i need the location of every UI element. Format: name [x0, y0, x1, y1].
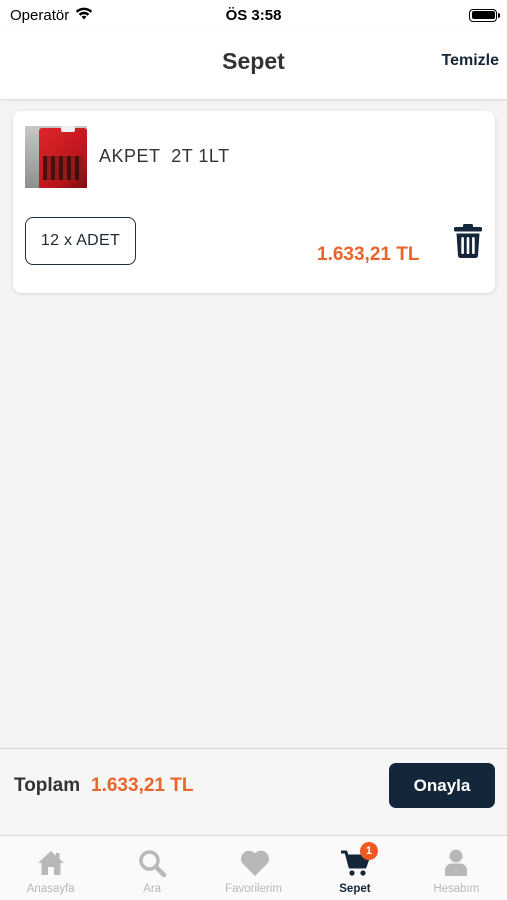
confirm-button[interactable]: Onayla — [389, 763, 495, 808]
total-label: Toplam — [14, 775, 81, 796]
tab-label: Favorilerim — [225, 883, 282, 895]
status-bar: Operatör ÖS 3:58 — [0, 0, 507, 30]
tab-label: Hesabım — [433, 883, 480, 895]
tab-label: Sepet — [339, 883, 371, 895]
tab-bar: Anasayfa Ara Favorilerim 1 Sepet Hesabım — [0, 835, 507, 900]
clear-cart-button[interactable]: Temizle — [442, 52, 500, 70]
cart-icon: 1 — [340, 842, 378, 878]
quantity-button[interactable]: 12 x ADET — [25, 217, 136, 265]
total-value: 1.633,21 TL — [91, 775, 194, 796]
item-price: 1.633,21 TL — [317, 244, 420, 265]
product-name: AKPET 2T 1LT — [99, 146, 230, 166]
status-left: Operatör — [10, 6, 93, 24]
tab-cart[interactable]: 1 Sepet — [304, 836, 405, 900]
tab-home[interactable]: Anasayfa — [0, 836, 101, 900]
tab-label: Ara — [143, 883, 162, 895]
product-image — [25, 126, 87, 188]
tab-search[interactable]: Ara — [101, 836, 202, 900]
home-icon — [36, 848, 66, 878]
page-title: Sepet — [222, 48, 285, 74]
search-icon — [137, 848, 167, 878]
tab-favorites[interactable]: Favorilerim — [203, 836, 304, 900]
status-time: ÖS 3:58 — [225, 6, 282, 24]
user-icon — [441, 848, 471, 878]
cart-item-card: AKPET 2T 1LT 12 x ADET 1.633,21 TL — [13, 111, 495, 293]
carrier-label: Operatör — [10, 6, 70, 24]
battery-icon — [469, 8, 500, 22]
nav-header: Sepet Temizle — [0, 30, 507, 100]
tab-label: Anasayfa — [26, 883, 75, 895]
wifi-icon — [75, 6, 93, 24]
cart-badge: 1 — [359, 842, 378, 860]
tab-account[interactable]: Hesabım — [406, 836, 507, 900]
heart-icon — [239, 848, 269, 878]
trash-icon[interactable] — [454, 224, 482, 258]
summary-bar: Toplam 1.633,21 TL Onayla — [0, 748, 507, 835]
